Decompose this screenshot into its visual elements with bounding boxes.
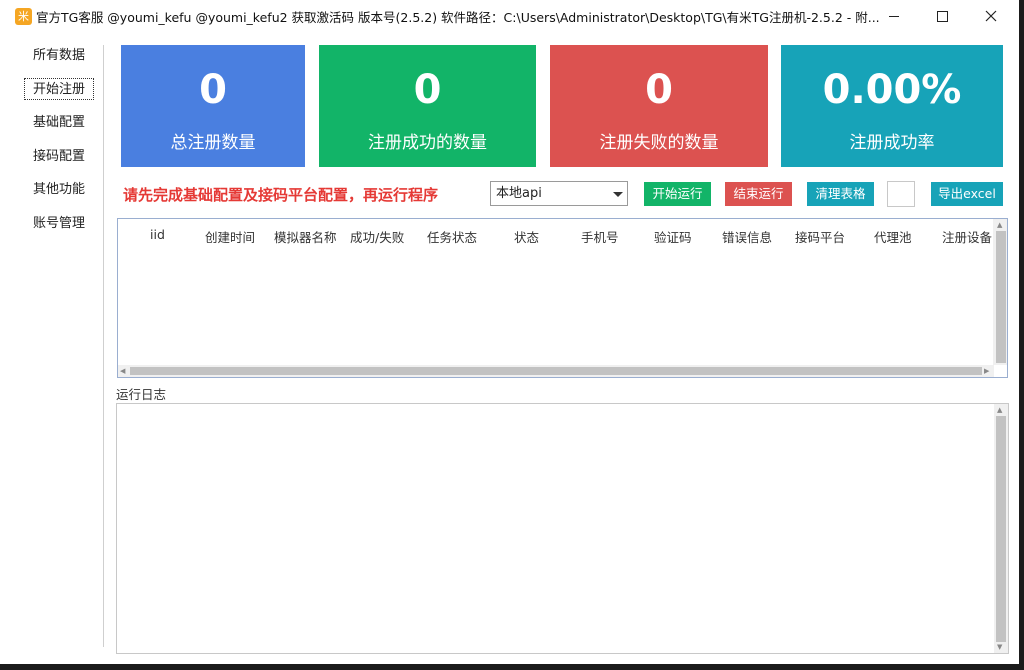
close-button[interactable] (968, 0, 1014, 32)
title-bar: 米 官方TG客服 @youmi_kefu @youmi_kefu2 获取激活码 … (0, 0, 1019, 32)
table-vertical-scrollbar[interactable]: ▲ (993, 219, 1007, 365)
column-header[interactable]: iid (150, 227, 165, 242)
clear-table-button[interactable]: 清理表格 (807, 182, 874, 206)
sidebar-item-account-management[interactable]: 账号管理 (24, 213, 94, 235)
start-run-button[interactable]: 开始运行 (644, 182, 711, 206)
column-header[interactable]: 任务状态 (427, 227, 477, 246)
sidebar-item-other-functions[interactable]: 其他功能 (24, 179, 94, 201)
stop-run-button[interactable]: 结束运行 (725, 182, 792, 206)
maximize-button[interactable] (919, 0, 965, 32)
maximize-icon (936, 10, 948, 22)
scrollbar-thumb[interactable] (996, 416, 1006, 642)
api-select-value: 本地api (496, 186, 542, 201)
scroll-left-icon[interactable]: ◀ (120, 365, 125, 377)
stat-total-registrations: 0 总注册数量 (121, 45, 305, 167)
log-label: 运行日志 (116, 387, 167, 402)
stat-label: 注册成功率 (849, 133, 935, 153)
column-header[interactable]: 代理池 (874, 227, 912, 246)
column-header[interactable]: 接码平台 (795, 227, 845, 246)
column-header[interactable]: 成功/失败 (350, 227, 404, 246)
sidebar-item-start-register[interactable]: 开始注册 (24, 78, 94, 100)
chevron-down-icon (613, 192, 623, 197)
scroll-right-icon[interactable]: ▶ (984, 365, 989, 377)
stat-value: 0 (413, 67, 442, 113)
sidebar-item-all-data[interactable]: 所有数据 (24, 45, 94, 67)
stat-label: 注册成功的数量 (368, 133, 487, 153)
api-select[interactable]: 本地api (490, 181, 628, 206)
sidebar-item-sms-config[interactable]: 接码配置 (24, 146, 94, 168)
column-header[interactable]: 注册设备 (942, 227, 992, 246)
column-header[interactable]: 手机号 (581, 227, 619, 246)
config-notice: 请先完成基础配置及接码平台配置，再运行程序 (123, 186, 439, 204)
sidebar-divider (103, 45, 104, 647)
scroll-up-icon[interactable]: ▲ (997, 219, 1002, 231)
scrollbar-thumb[interactable] (130, 367, 982, 375)
app-logo-icon: 米 (15, 7, 32, 25)
column-header[interactable]: 状态 (514, 227, 539, 246)
sidebar-item-basic-config[interactable]: 基础配置 (24, 112, 94, 134)
stat-success-rate: 0.00% 注册成功率 (781, 45, 1003, 167)
stat-failure-count: 0 注册失败的数量 (550, 45, 768, 167)
minimize-button[interactable] (871, 0, 917, 32)
stat-value: 0.00% (822, 67, 962, 113)
scrollbar-thumb[interactable] (996, 231, 1006, 363)
blank-input-box[interactable] (887, 181, 915, 207)
column-header[interactable]: 验证码 (654, 227, 692, 246)
log-textarea[interactable]: ▲ ▼ (116, 403, 1009, 654)
stat-label: 总注册数量 (170, 133, 256, 153)
scroll-down-icon[interactable]: ▼ (997, 641, 1002, 653)
app-window: 米 官方TG客服 @youmi_kefu @youmi_kefu2 获取激活码 … (0, 0, 1019, 664)
stat-value: 0 (645, 67, 673, 113)
window-title: 官方TG客服 @youmi_kefu @youmi_kefu2 获取激活码 版本… (36, 9, 880, 25)
table-horizontal-scrollbar[interactable]: ◀ ▶ (118, 365, 994, 377)
stat-value: 0 (199, 67, 227, 113)
column-header[interactable]: 创建时间 (205, 227, 255, 246)
stat-label: 注册失败的数量 (599, 133, 719, 153)
stat-success-count: 0 注册成功的数量 (319, 45, 536, 167)
export-excel-button[interactable]: 导出excel (931, 182, 1003, 206)
column-header[interactable]: 错误信息 (722, 227, 772, 246)
column-header[interactable]: 模拟器名称 (274, 227, 337, 246)
results-table[interactable]: iid 创建时间 模拟器名称 成功/失败 任务状态 状态 手机号 验证码 错误信… (117, 218, 1008, 378)
scroll-up-icon[interactable]: ▲ (997, 404, 1002, 416)
log-vertical-scrollbar[interactable]: ▲ ▼ (994, 404, 1008, 653)
minimize-icon (889, 15, 899, 17)
close-icon (985, 10, 997, 22)
